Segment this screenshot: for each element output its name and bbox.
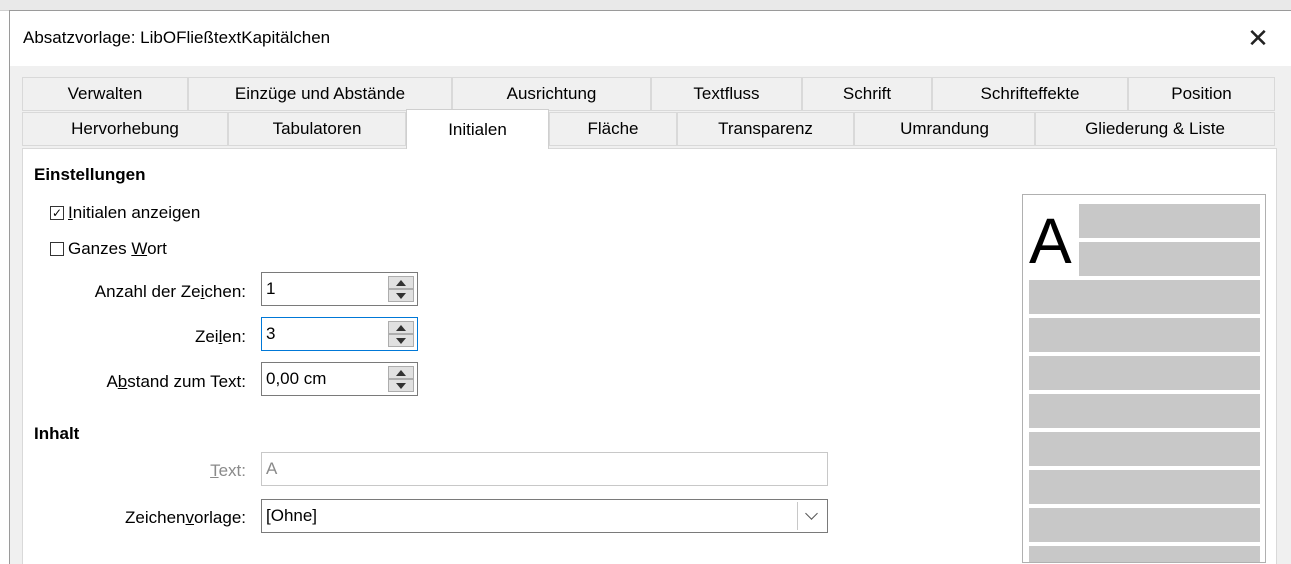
show-dropcaps-label: Initialen anzeigen [68,203,201,222]
checkbox-checked-icon: ✓ [50,206,64,220]
preview-line [1029,356,1260,390]
preview-dropcap-letter: A [1029,205,1072,277]
tab-position[interactable]: Position [1128,77,1275,111]
arrow-down-icon [396,292,406,299]
text-label: Text: [210,461,246,480]
tab-initialen[interactable]: Initialen [406,109,549,149]
char-style-label: Zeichenvorlage: [125,508,246,527]
char-style-dropdown-button[interactable] [797,502,825,530]
tab-tabulatoren[interactable]: Tabulatoren [228,112,406,146]
tab-textfluss[interactable]: Textfluss [651,77,802,111]
tab-verwalten[interactable]: Verwalten [22,77,188,111]
preview-line [1079,204,1260,238]
preview-line [1029,508,1260,542]
close-button[interactable]: ✕ [1238,18,1278,58]
tab-schrifteffekte[interactable]: Schrifteffekte [932,77,1128,111]
show-dropcaps-checkbox[interactable]: ✓ Initialen anzeigen [50,203,200,223]
tab-hervorhebung[interactable]: Hervorhebung [22,112,228,146]
preview-line [1029,432,1260,466]
chevron-down-icon [805,507,818,520]
lines-label: Zeilen: [194,327,246,346]
arrow-down-icon [396,337,406,344]
text-field-value: A [266,459,278,478]
arrow-up-icon [396,324,406,331]
arrow-up-icon [396,279,406,286]
lines-value: 3 [266,324,276,343]
section-heading-inhalt: Inhalt [34,424,80,443]
num-chars-decrement-button[interactable] [388,289,414,302]
tab-einzuege-und-abstaende[interactable]: Einzüge und Abstände [188,77,452,111]
text-field[interactable]: A [261,452,828,486]
tab-gliederung-und-liste[interactable]: Gliederung & Liste [1035,112,1275,146]
checkbox-unchecked-icon [50,242,64,256]
preview-line [1029,394,1260,428]
arrow-down-icon [396,382,406,389]
whole-word-checkbox[interactable]: Ganzes Wort [50,239,167,259]
spacing-increment-button[interactable] [388,366,414,379]
lines-spinbox[interactable]: 3 [261,317,418,351]
spacing-value: 0,00 cm [266,369,327,388]
arrow-up-icon [396,369,406,376]
tab-schrift[interactable]: Schrift [802,77,932,111]
char-style-dropdown[interactable]: [Ohne] [261,499,828,533]
num-chars-increment-button[interactable] [388,276,414,289]
preview-line [1029,470,1260,504]
dropcap-preview: A [1022,194,1266,563]
tab-transparenz[interactable]: Transparenz [677,112,854,146]
tab-flaeche[interactable]: Fläche [549,112,677,146]
preview-line [1079,242,1260,276]
tab-ausrichtung[interactable]: Ausrichtung [452,77,651,111]
tab-umrandung[interactable]: Umrandung [854,112,1035,146]
dialog-title: Absatzvorlage: LibOFließtextKapitälchen [23,28,331,47]
num-chars-spinbox[interactable]: 1 [261,272,418,306]
spacing-label: Abstand zum Text: [106,372,246,391]
num-chars-value: 1 [266,279,276,298]
whole-word-label: Ganzes Wort [68,239,167,258]
spacing-decrement-button[interactable] [388,379,414,392]
preview-line [1029,318,1260,352]
char-style-value: [Ohne] [266,506,318,525]
num-chars-label: Anzahl der Zeichen: [94,282,246,301]
lines-increment-button[interactable] [388,321,414,334]
spacing-spinbox[interactable]: 0,00 cm [261,362,418,396]
preview-line [1029,546,1260,562]
section-heading-einstellungen: Einstellungen [34,165,146,184]
lines-decrement-button[interactable] [388,334,414,347]
preview-line [1029,280,1260,314]
close-icon: ✕ [1247,22,1269,53]
